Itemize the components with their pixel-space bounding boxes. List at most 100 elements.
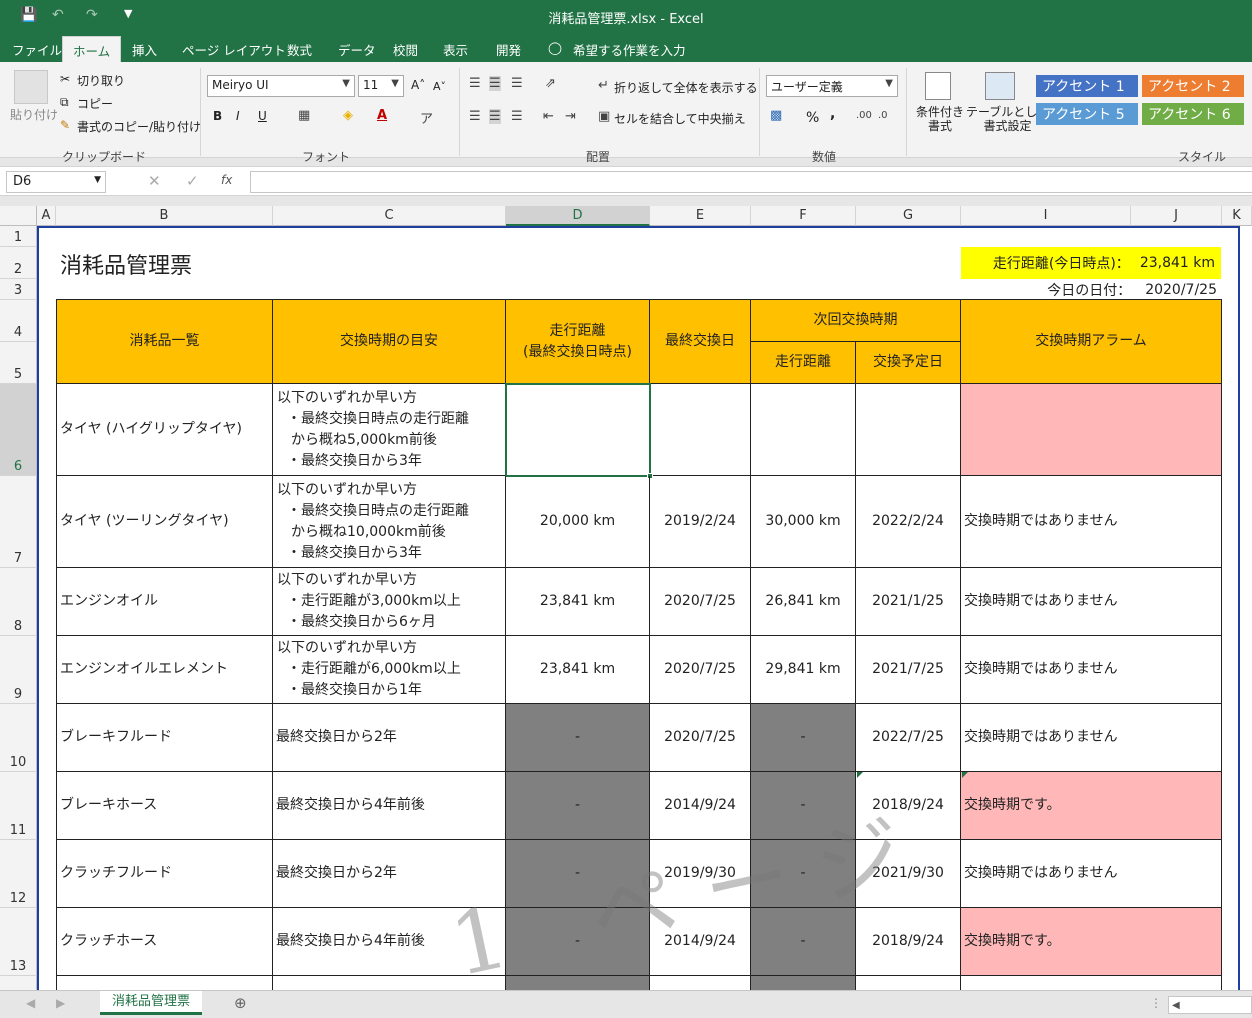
- cell-next-mileage[interactable]: -: [751, 908, 856, 976]
- cell-item[interactable]: タイヤ (ハイグリップタイヤ): [57, 384, 273, 476]
- cell-alarm[interactable]: 交換時期です。: [961, 908, 1222, 976]
- comma-button[interactable]: ,: [830, 106, 835, 122]
- orientation-icon[interactable]: ⇗: [545, 76, 556, 91]
- increase-indent-icon[interactable]: ⇥: [565, 109, 576, 124]
- header-next-date[interactable]: 交換予定日: [856, 342, 961, 384]
- merge-center-button[interactable]: セルを結合して中央揃え: [614, 110, 746, 127]
- cell-next-date[interactable]: 2018/9/24: [856, 908, 961, 976]
- row-header-13[interactable]: 13: [0, 908, 37, 976]
- cell-next-mileage[interactable]: -: [751, 704, 856, 772]
- cell-alarm[interactable]: 交換時期ではありません: [961, 704, 1222, 772]
- sheet-tab[interactable]: 消耗品管理票: [100, 991, 202, 1015]
- cell-guide[interactable]: 以下のいずれか早い方 ・最終交換日時点の走行距離 から概ね10,000km前後 …: [273, 476, 506, 568]
- cell-mileage[interactable]: 20,000 km: [506, 476, 650, 568]
- shrink-font-icon[interactable]: A˅: [433, 80, 446, 93]
- cell-last-date[interactable]: 2014/9/24: [650, 908, 751, 976]
- cell-alarm[interactable]: 交換時期ではありません: [961, 636, 1222, 704]
- cell-alarm[interactable]: 交換時期です。: [961, 772, 1222, 840]
- cell-next-mileage[interactable]: -: [751, 772, 856, 840]
- row-header-6[interactable]: 6: [0, 384, 37, 476]
- cell-next-mileage[interactable]: 29,841 km: [751, 636, 856, 704]
- row-header-5[interactable]: 5: [0, 342, 37, 384]
- cell-item[interactable]: ブレーキフルード: [57, 704, 273, 772]
- style-accent1[interactable]: アクセント 1: [1036, 75, 1138, 97]
- row-header-14[interactable]: [0, 976, 37, 990]
- decrease-decimal-icon[interactable]: .0: [878, 110, 888, 121]
- cell-guide[interactable]: 以下のいずれか早い方 ・走行距離が6,000km以上 ・最終交換日から1年: [273, 636, 506, 704]
- decrease-indent-icon[interactable]: ⇤: [543, 109, 554, 124]
- column-header-c[interactable]: C: [273, 206, 506, 226]
- cut-button[interactable]: 切り取り: [77, 72, 125, 89]
- cell-item[interactable]: タイヤ (ツーリングタイヤ): [57, 476, 273, 568]
- tab-formulas[interactable]: 数式: [287, 40, 312, 59]
- border-icon[interactable]: ▦: [298, 108, 310, 123]
- align-top-icon[interactable]: ☰: [469, 76, 481, 91]
- style-accent2[interactable]: アクセント 2: [1142, 75, 1244, 97]
- cell-last-date[interactable]: [650, 384, 751, 476]
- cell-alarm[interactable]: [961, 976, 1222, 990]
- style-accent6[interactable]: アクセント 6: [1142, 103, 1244, 125]
- row-header-7[interactable]: 7: [0, 476, 37, 568]
- cell-alarm[interactable]: [961, 384, 1222, 476]
- currency-icon[interactable]: ▩: [770, 108, 782, 123]
- cell-guide[interactable]: [273, 976, 506, 990]
- row-header-12[interactable]: 12: [0, 840, 37, 908]
- tab-developer[interactable]: 開発: [496, 40, 521, 59]
- cell-item[interactable]: ブレーキホース: [57, 772, 273, 840]
- cell-next-mileage[interactable]: -: [751, 840, 856, 908]
- cancel-icon[interactable]: ✕: [148, 172, 161, 190]
- tab-data[interactable]: データ: [338, 40, 376, 59]
- tab-file[interactable]: ファイル: [12, 40, 62, 59]
- cell-last-date[interactable]: 2019/2/24: [650, 476, 751, 568]
- style-accent5[interactable]: アクセント 5: [1036, 103, 1138, 125]
- cell-next-date[interactable]: 2022/2/24: [856, 476, 961, 568]
- increase-decimal-icon[interactable]: .00: [856, 110, 872, 121]
- row-header-2[interactable]: 2: [0, 247, 37, 279]
- align-left-icon[interactable]: ☰: [469, 109, 481, 124]
- row-header-11[interactable]: 11: [0, 772, 37, 840]
- cell-guide[interactable]: 最終交換日から4年前後: [273, 908, 506, 976]
- column-header-g[interactable]: G: [856, 206, 961, 226]
- conditional-format-button[interactable]: 条件付き 書式: [916, 105, 964, 133]
- add-sheet-icon[interactable]: ⊕: [234, 994, 247, 1012]
- cell-next-date[interactable]: 2021/7/25: [856, 636, 961, 704]
- cell-guide[interactable]: 以下のいずれか早い方 ・最終交換日時点の走行距離 から概ね5,000km前後 ・…: [273, 384, 506, 476]
- cell-last-date[interactable]: 2020/7/25: [650, 704, 751, 772]
- cell-alarm[interactable]: 交換時期ではありません: [961, 476, 1222, 568]
- header-next-mileage[interactable]: 走行距離: [751, 342, 856, 384]
- cell-item[interactable]: エンジンオイル: [57, 568, 273, 636]
- next-sheet-icon[interactable]: ▶: [56, 996, 65, 1010]
- horizontal-scrollbar[interactable]: ◀: [1168, 996, 1252, 1014]
- cell-next-mileage[interactable]: 26,841 km: [751, 568, 856, 636]
- format-painter-button[interactable]: 書式のコピー/貼り付け: [77, 118, 201, 135]
- scroll-options-icon[interactable]: ⋮: [1150, 996, 1162, 1010]
- name-box[interactable]: D6 ▼: [6, 171, 106, 193]
- cell-guide[interactable]: 最終交換日から2年: [273, 704, 506, 772]
- phonetic-icon[interactable]: ア: [420, 108, 433, 127]
- cell-next-mileage[interactable]: 30,000 km: [751, 476, 856, 568]
- cell-last-date[interactable]: 2014/9/24: [650, 772, 751, 840]
- align-middle-icon[interactable]: ☰: [489, 76, 501, 91]
- cell-guide[interactable]: 最終交換日から4年前後: [273, 772, 506, 840]
- tab-review[interactable]: 校閲: [393, 40, 418, 59]
- row-header-1[interactable]: 1: [0, 226, 37, 247]
- bold-button[interactable]: B: [213, 109, 222, 123]
- formula-input[interactable]: [250, 171, 1252, 193]
- worksheet[interactable]: A B C D E F G I J K 1 2 3 4 5 6 7 8 9 10…: [0, 206, 1252, 990]
- header-last-date[interactable]: 最終交換日: [650, 300, 751, 384]
- cell-item[interactable]: クラッチフルード: [57, 840, 273, 908]
- cell-alarm[interactable]: 交換時期ではありません: [961, 840, 1222, 908]
- column-header-j[interactable]: J: [1131, 206, 1222, 226]
- paste-button[interactable]: 貼り付け: [10, 106, 58, 123]
- cell-last-date[interactable]: 2020/7/25: [650, 568, 751, 636]
- underline-button[interactable]: U: [258, 109, 267, 123]
- cell-next-date[interactable]: 2022/7/25: [856, 704, 961, 772]
- cell-next-date[interactable]: 2021/9/30: [856, 840, 961, 908]
- tab-view[interactable]: 表示: [443, 40, 468, 59]
- cell-next-mileage[interactable]: [751, 976, 856, 990]
- cell-alarm[interactable]: 交換時期ではありません: [961, 568, 1222, 636]
- cell-mileage[interactable]: [506, 976, 650, 990]
- cell-last-date[interactable]: 2020/7/25: [650, 636, 751, 704]
- align-right-icon[interactable]: ☰: [511, 109, 523, 124]
- header-next[interactable]: 次回交換時期: [751, 300, 961, 342]
